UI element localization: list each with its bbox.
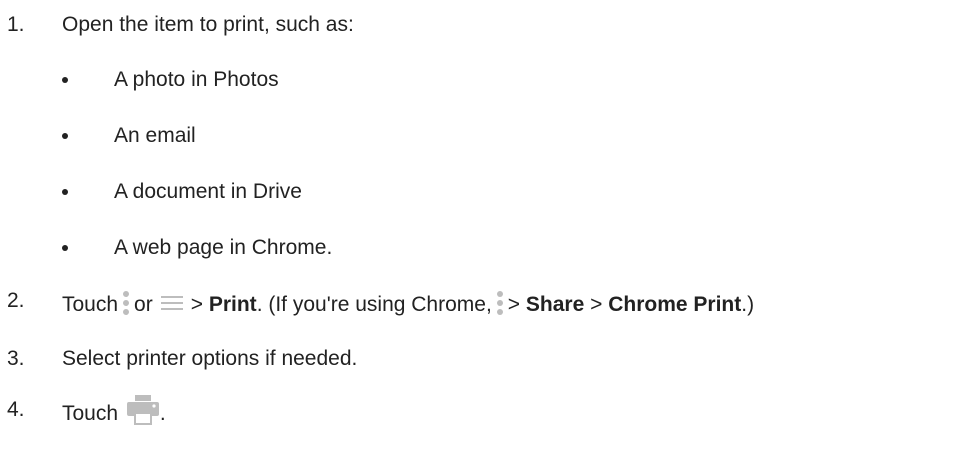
list-item: A photo in Photos — [0, 60, 954, 100]
list-item: An email — [0, 116, 954, 156]
bullet — [62, 245, 68, 251]
print-icon — [126, 395, 159, 426]
step-text-close: .) — [741, 293, 755, 316]
separator: > — [507, 293, 521, 316]
step-text-chrome-note: . (If you're using Chrome, — [256, 293, 492, 316]
print-label: Print — [208, 293, 257, 316]
list-item-text: A photo in Photos — [114, 68, 279, 91]
step-text-touch: Touch — [62, 293, 119, 316]
list-item-text: A document in Drive — [114, 180, 302, 203]
more-vert-icon — [122, 290, 130, 316]
step-number: 1. — [7, 13, 25, 36]
step-text: Select printer options if needed. — [62, 347, 358, 370]
step-text-touch: Touch — [62, 402, 119, 425]
step-text-or: or — [134, 293, 153, 316]
step-text: Touch or > Print. (If you're using Chrome,… — [62, 285, 754, 325]
step-2: 2. Touch or > Print. (If you're using Chro… — [0, 285, 954, 325]
step-number: 3. — [7, 347, 25, 370]
list-item: A web page in Chrome. — [0, 228, 954, 268]
step-text: Open the item to print, such as: — [62, 13, 354, 36]
bullet — [62, 189, 68, 195]
list-item: A document in Drive — [0, 172, 954, 212]
separator: > — [590, 293, 603, 316]
step-3: 3. Select printer options if needed. — [0, 339, 954, 379]
bullet — [62, 77, 68, 83]
step-1: 1. Open the item to print, such as: — [0, 5, 954, 45]
step-number: 2. — [7, 289, 25, 312]
share-label: Share — [525, 293, 585, 316]
menu-icon — [160, 295, 183, 311]
more-vert-icon — [496, 290, 504, 316]
step-text-period: . — [159, 402, 166, 425]
step-4: 4. Touch . — [0, 394, 954, 434]
print-instructions: 1. Open the item to print, such as: A ph… — [0, 0, 954, 452]
step-text: Touch . — [62, 394, 166, 434]
chrome-print-label: Chrome Print — [608, 293, 742, 316]
step-number: 4. — [7, 398, 25, 421]
list-item-text: A web page in Chrome. — [114, 236, 333, 259]
separator: > — [190, 293, 203, 316]
bullet — [62, 133, 68, 139]
list-item-text: An email — [114, 124, 196, 147]
